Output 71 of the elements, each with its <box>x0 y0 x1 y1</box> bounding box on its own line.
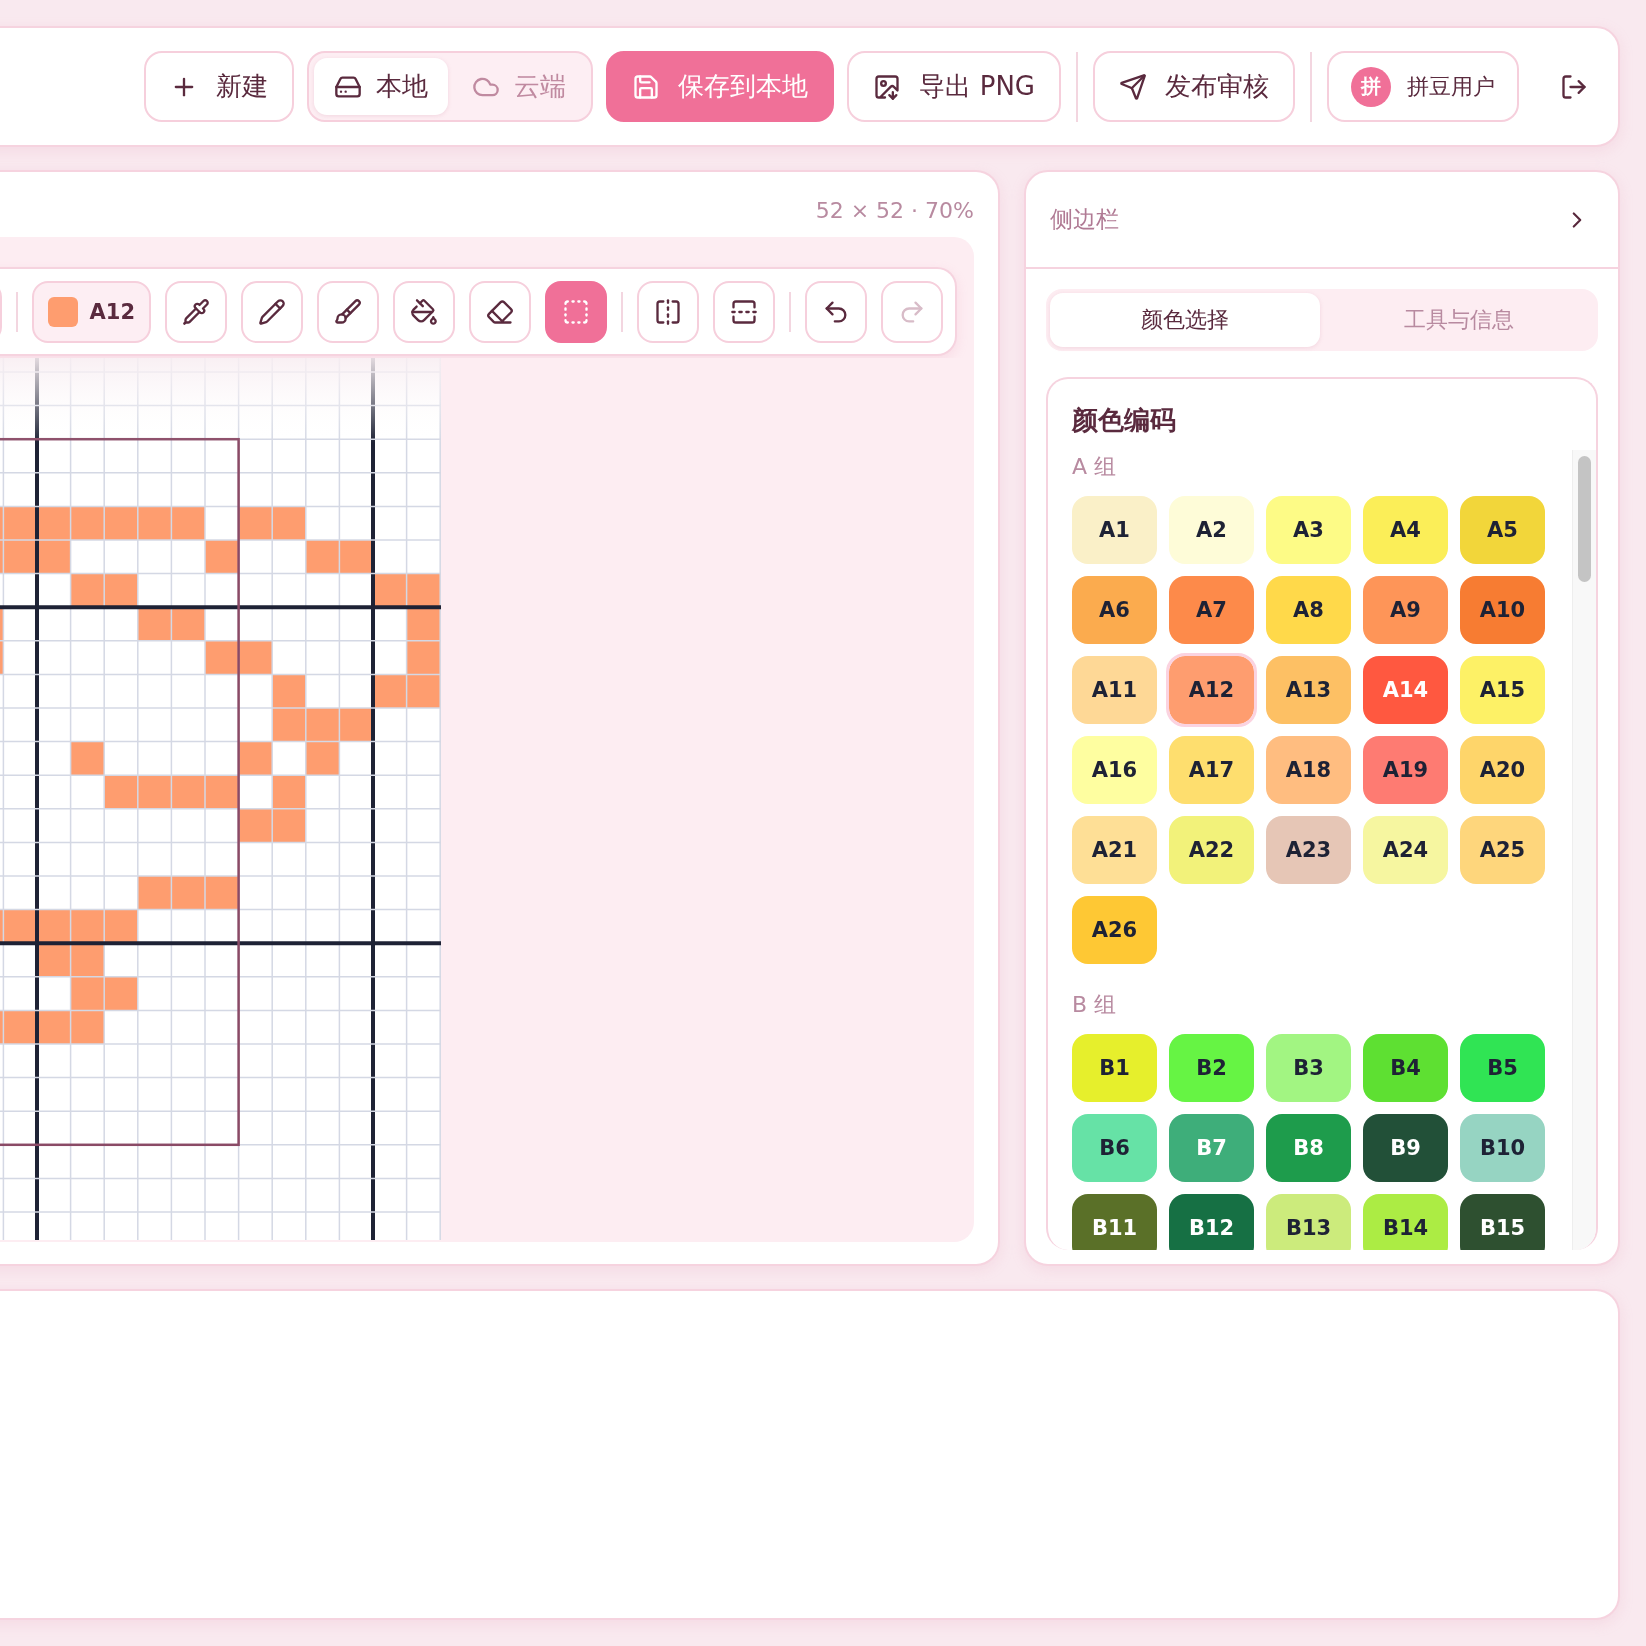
color-swatch[interactable]: A6 <box>1072 576 1157 644</box>
color-swatch[interactable]: A1 <box>1072 496 1157 564</box>
scrollbar-thumb[interactable] <box>1578 456 1591 582</box>
paint-bucket-icon <box>410 297 438 326</box>
color-swatch[interactable]: A26 <box>1072 896 1157 964</box>
flip-button[interactable] <box>713 280 775 343</box>
sidebar-tab[interactable]: 颜色选择 <box>1050 293 1320 347</box>
color-swatch[interactable]: B8 <box>1266 1114 1351 1182</box>
user-name: 拼豆用户 <box>1407 72 1495 101</box>
sidebar-title: 侧边栏 <box>1050 205 1119 234</box>
color-swatch[interactable]: B9 <box>1363 1114 1448 1182</box>
color-swatch[interactable]: B1 <box>1072 1034 1157 1102</box>
undo-button[interactable] <box>805 280 867 343</box>
current-color-button[interactable]: A12 <box>31 280 151 343</box>
color-swatch[interactable]: A4 <box>1363 496 1448 564</box>
logout-icon <box>1560 72 1588 101</box>
dashed-square-icon <box>562 297 590 326</box>
storage-option[interactable]: 本地 <box>314 58 449 115</box>
flip-vertical-icon <box>730 297 758 326</box>
eyedropper-icon <box>182 297 210 326</box>
color-swatch[interactable]: B14 <box>1363 1194 1448 1250</box>
publish-button[interactable]: 发布审核 <box>1093 51 1295 122</box>
color-swatch[interactable]: A9 <box>1363 576 1448 644</box>
color-swatch[interactable]: B2 <box>1169 1034 1254 1102</box>
color-swatch[interactable]: A5 <box>1460 496 1545 564</box>
color-swatch[interactable]: A12 <box>1169 656 1254 724</box>
color-swatch[interactable]: A2 <box>1169 496 1254 564</box>
eraser-icon <box>486 297 514 326</box>
color-swatch[interactable]: A19 <box>1363 736 1448 804</box>
color-swatch[interactable]: A20 <box>1460 736 1545 804</box>
color-swatch[interactable]: B15 <box>1460 1194 1545 1250</box>
color-swatch[interactable]: B6 <box>1072 1114 1157 1182</box>
user-avatar: 拼 <box>1351 66 1391 107</box>
color-swatch[interactable]: B12 <box>1169 1194 1254 1250</box>
group-label: B 组 <box>1072 991 1118 1019</box>
color-swatch[interactable]: B4 <box>1363 1034 1448 1102</box>
group-label: A 组 <box>1072 453 1118 481</box>
flip-button[interactable] <box>637 280 699 343</box>
brush-icon <box>334 297 362 326</box>
color-swatch[interactable]: A18 <box>1266 736 1351 804</box>
bead-grid-drawing[interactable] <box>0 358 441 1240</box>
scrollbar[interactable] <box>1572 450 1596 1250</box>
color-swatch[interactable]: B3 <box>1266 1034 1351 1102</box>
color-swatch[interactable]: A16 <box>1072 736 1157 804</box>
color-swatch[interactable]: A21 <box>1072 816 1157 884</box>
color-swatch[interactable]: A10 <box>1460 576 1545 644</box>
color-swatch[interactable]: A8 <box>1266 576 1351 644</box>
user-button[interactable]: 拼 拼豆用户 <box>1327 51 1519 122</box>
palette-title: 颜色编码 <box>1070 404 1177 437</box>
paper-plane-icon <box>1119 72 1147 101</box>
color-swatch[interactable]: B13 <box>1266 1194 1351 1250</box>
color-swatch[interactable]: A15 <box>1460 656 1545 724</box>
color-swatch[interactable]: A3 <box>1266 496 1351 564</box>
color-swatch[interactable]: A24 <box>1363 816 1448 884</box>
export-button[interactable]: 导出 PNG <box>847 51 1061 122</box>
color-swatch[interactable]: A22 <box>1169 816 1254 884</box>
pencil-icon <box>258 297 286 326</box>
color-swatch[interactable]: A7 <box>1169 576 1254 644</box>
canvas-size-label: 52 × 52 · 70% <box>815 197 974 225</box>
color-swatch[interactable]: A23 <box>1266 816 1351 884</box>
new-button[interactable]: 新建 <box>144 51 295 122</box>
color-swatch[interactable]: A11 <box>1072 656 1157 724</box>
image-download-icon <box>873 72 902 101</box>
flip-horizontal-icon <box>654 297 682 326</box>
color-swatch[interactable]: A17 <box>1169 736 1254 804</box>
color-swatch[interactable]: A25 <box>1460 816 1545 884</box>
color-swatch[interactable]: B10 <box>1460 1114 1545 1182</box>
color-swatch[interactable]: A13 <box>1266 656 1351 724</box>
color-swatch[interactable]: B5 <box>1460 1034 1545 1102</box>
color-swatch[interactable]: B11 <box>1072 1194 1157 1250</box>
save-icon <box>632 72 661 101</box>
